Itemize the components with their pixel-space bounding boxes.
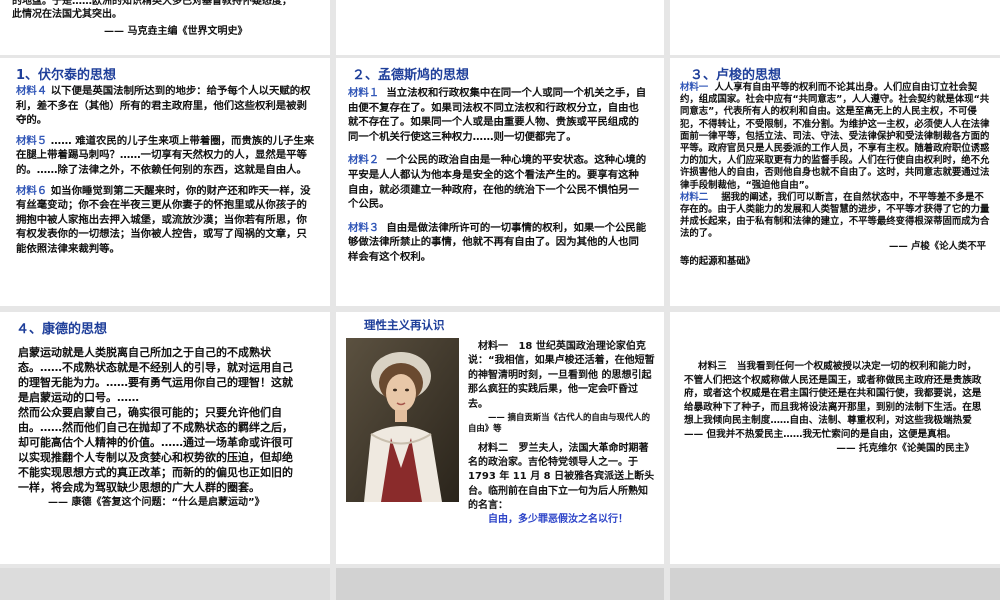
material-label: 材料４ (16, 85, 48, 97)
material-label: 材料１ (348, 87, 380, 99)
material-label: 材料３ (348, 221, 380, 234)
intro-line-1: 的地盘。于是……欧洲的知识精英大多已对基督教持怀疑态度， (12, 0, 292, 7)
montesquieu-title: ２、孟德斯鸠的思想 (352, 68, 470, 83)
material-text: 人人享有自由平等的权利而不论其出身。人们应自由订立社会契约，组成国家。社会中应有… (680, 82, 990, 191)
voltaire-material-6: 材料６ 如当你睡觉到第二天醒来时，你的财产还和昨天一样，没有丝毫变动；你不会在半… (16, 184, 316, 257)
material-label: 材料二 (680, 191, 709, 203)
voltaire-title: 1、伏尔泰的思想 (16, 68, 117, 83)
material-text: 一个公民的政治自由是一种心境的平安状态。这种心境的平安是人人都认为他本身是安全的… (348, 154, 647, 211)
kant-source: —— 康德《答复这个问题：“什么是启蒙运动”》 (48, 497, 265, 508)
montesquieu-material-1: 材料１ 当立法权和行政权集中在同一个人或同一个机关之手，自由便不复存在了。如果司… (348, 86, 648, 144)
panel-top-right (670, 0, 1000, 55)
voltaire-material-5: 材料５ …… 难道农民的儿子生来项上带着圈，而贵族的儿子生来在腿上带着踢马刺吗？… (16, 134, 316, 178)
material-label: 材料６ (16, 184, 48, 197)
rousseau-source-2: 等的起源和基础》 (680, 255, 756, 267)
intro-source: —— 马克垚主编《世界文明史》 (104, 26, 248, 37)
rousseau-source-1: —— 卢梭《论人类不平 (888, 240, 986, 252)
material-text: 据我的阐述，我们可以断言，在自然状态中，不平等差不多是不存在的。由于人类能力的发… (680, 191, 990, 240)
material-text: 以下便是英国法制所达到的地步：给予每个人以天赋的权利，差不多在（其他）所有的君主… (16, 85, 311, 127)
material-label: 材料三 (698, 361, 727, 372)
portrait-madame-roland (346, 338, 459, 502)
panel-bottom-middle (336, 568, 664, 600)
rationalism-material-2: 材料二 罗兰夫人，法国大革命时期著名的政治家。吉伦特党领导人之一。于 1793 … (468, 442, 656, 513)
rationalism-material-1: 材料一 18 世纪英国政治理论家伯克说：“我相信，如果卢梭还活着，在他短暂的神智… (468, 340, 656, 412)
montesquieu-material-3: 材料３ 自由是做法律所许可的一切事情的权利，如果一个公民能够做法律所禁止的事情，… (348, 221, 648, 265)
material-label: 材料二 (478, 443, 508, 454)
roland-quote: 自由，多少罪恶假汝之名以行！ (488, 514, 628, 526)
rationalism-material-1-source: —— 摘自贡斯当《古代人的自由与现代人的自由》等 (468, 412, 651, 434)
voltaire-material-4: 材料４ 以下便是英国法制所达到的地步：给予每个人以天赋的权利，差不多在（其他）所… (16, 84, 316, 128)
panel-bottom-left (0, 568, 330, 600)
panel-montesquieu: ２、孟德斯鸠的思想 材料１ 当立法权和行政权集中在同一个人或同一个机关之手，自由… (336, 58, 664, 306)
material-text: 当我看到任何一个权威被授以决定一切的权利和能力时，不管人们把这个权威称做人民还是… (684, 361, 982, 440)
panel-rationalism: 理性主义再认识 材料一 18 世纪英国政治理论家伯克说：“我相信，如果卢梭还活着… (336, 312, 664, 564)
material-label: 材料一 (478, 341, 508, 352)
tocqueville-material-3: 材料三 当我看到任何一个权威被授以决定一切的权利和能力时，不管人们把这个权威称做… (684, 360, 986, 442)
panel-voltaire: 1、伏尔泰的思想 材料４ 以下便是英国法制所达到的地步：给予每个人以天赋的权利，… (0, 58, 330, 306)
material-label: 材料５ (16, 134, 48, 147)
montesquieu-material-2: 材料２ 一个公民的政治自由是一种心境的平安状态。这种心境的平安是人人都认为他本身… (348, 153, 648, 211)
rousseau-material-2: 材料二 据我的阐述，我们可以断言，在自然状态中，不平等差不多是不存在的。由于人类… (680, 192, 992, 241)
panel-bottom-right (670, 568, 1000, 600)
panel-intro: 的地盘。于是……欧洲的知识精英大多已对基督教持怀疑态度， 此情况在法国尤其突出。… (0, 0, 330, 55)
intro-line-2: 此情况在法国尤其突出。 (12, 9, 122, 20)
material-text: 自由是做法律所许可的一切事情的权利，如果一个公民能够做法律所禁止的事情，他就不再… (348, 221, 647, 263)
panel-tocqueville: 材料三 当我看到任何一个权威被授以决定一切的权利和能力时，不管人们把这个权威称做… (670, 312, 1000, 564)
material-text: …… 难道农民的儿子生来项上带着圈，而贵族的儿子生来在腿上带着踢马刺吗？……一切… (16, 134, 315, 176)
kant-paragraph-2: 然而公众要启蒙自己，确实很可能的；只要允许他们自由。……然而他们自己在抛却了不成… (18, 406, 293, 494)
rousseau-material-1: 材料一 人人享有自由平等的权利而不论其出身。人们应自由订立社会契约，组成国家。社… (680, 82, 992, 192)
material-text: 当立法权和行政权集中在同一个人或同一个机关之手，自由便不复存在了。如果司法权不同… (348, 87, 647, 143)
kant-title: ４、康德的思想 (16, 322, 108, 337)
rationalism-title: 理性主义再认识 (364, 318, 445, 332)
material-label: 材料一 (680, 82, 709, 93)
panel-top-middle (336, 0, 664, 55)
rousseau-title: ３、卢梭的思想 (690, 68, 782, 83)
material-text: 如当你睡觉到第二天醒来时，你的财产还和昨天一样，没有丝毫变动；你不会在半夜三更从… (16, 184, 311, 255)
portrait-image (346, 338, 459, 502)
material-label: 材料２ (348, 154, 380, 167)
panel-kant: ４、康德的思想 启蒙运动就是人类脱离自己所加之于自己的不成熟状态。……不成熟状态… (0, 312, 330, 564)
tocqueville-source: —— 托克维尔《论美国的民主》 (836, 442, 974, 454)
kant-paragraph-1: 启蒙运动就是人类脱离自己所加之于自己的不成熟状态。……不成熟状态就是不经别人的引… (18, 346, 293, 404)
panel-rousseau: ３、卢梭的思想 材料一 人人享有自由平等的权利而不论其出身。人们应自由订立社会契… (670, 58, 1000, 306)
